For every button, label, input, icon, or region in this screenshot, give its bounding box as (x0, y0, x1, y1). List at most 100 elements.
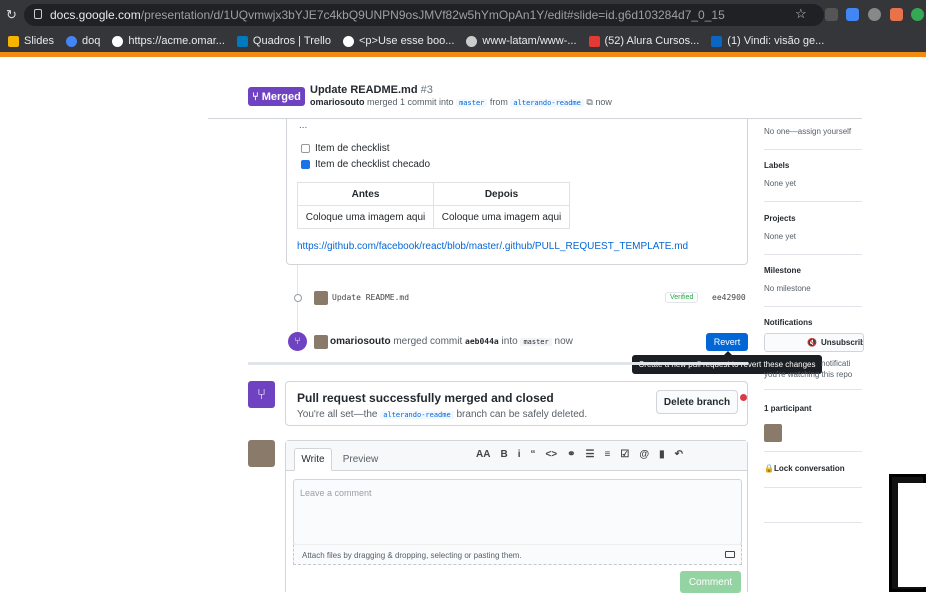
checklist-label: Item de checklist (315, 143, 390, 154)
merged-status-title: Pull request successfully merged and clo… (297, 391, 554, 405)
bookmark-item[interactable]: Slides (8, 35, 54, 47)
avatar[interactable] (764, 424, 782, 442)
text-size-icon[interactable]: AA (476, 449, 490, 460)
address-bar[interactable]: docs.google.com/presentation/d/1UQvmwjx3… (24, 4, 824, 26)
commit-dot-icon (294, 294, 302, 302)
copy-icon[interactable]: ⧉ (586, 97, 592, 107)
github-icon (466, 35, 478, 47)
checklist-item[interactable]: Item de checklist checado (301, 159, 430, 170)
bookmark-item[interactable]: (1) Vindi: visão ge... (711, 35, 824, 47)
table-header: Depois (433, 182, 570, 206)
bookmark-item[interactable]: (52) Alura Cursos... (588, 35, 699, 47)
markdown-icon[interactable] (725, 551, 735, 558)
base-branch[interactable]: master (456, 99, 488, 107)
bookmark-favicon-icon (8, 35, 19, 47)
numbered-list-icon[interactable]: ≡ (605, 449, 611, 460)
delete-branch-button[interactable]: Delete branch (656, 390, 738, 414)
notifications-title: Notifications (764, 318, 813, 327)
pr-title: Update README.md #3 (310, 84, 433, 96)
extension-icon[interactable] (846, 8, 859, 21)
merged-status-text-2: branch can be safely deleted. (456, 409, 588, 420)
video-frame (898, 483, 926, 587)
bookmark-item[interactable]: Quadros | Trello (236, 35, 331, 47)
bookmark-label: doq (81, 35, 101, 47)
reply-icon[interactable]: ↶ (675, 449, 683, 460)
url-host: docs.google.com (50, 8, 141, 22)
bold-icon[interactable]: B (500, 449, 507, 460)
sidebar-divider (764, 254, 862, 255)
table-header-row: Antes Depois (297, 182, 570, 206)
head-branch[interactable]: alterando-readme (510, 99, 584, 107)
template-link[interactable]: https://github.com/facebook/react/blob/m… (297, 241, 688, 252)
verified-badge[interactable]: Verified (665, 292, 699, 303)
checklist-item[interactable]: Item de checklist (301, 143, 389, 154)
checkbox-checked-icon[interactable] (301, 160, 310, 169)
comment-textarea[interactable]: Leave a comment (293, 479, 742, 545)
bookmark-label: https://acme.omar... (128, 35, 225, 47)
quote-icon[interactable]: “ (530, 449, 535, 460)
comment-placeholder: Leave a comment (300, 488, 372, 498)
merge-sha[interactable]: aeb044a (465, 337, 499, 346)
merge-author[interactable]: omariosouto (330, 336, 391, 347)
mention-icon[interactable]: @ (639, 449, 649, 460)
merged-status-box: Pull request successfully merged and clo… (285, 381, 748, 426)
revert-button[interactable]: Revert (706, 333, 748, 351)
merge-icon: ⑂ (252, 90, 259, 103)
avatar[interactable] (314, 335, 328, 349)
globe-icon (342, 35, 354, 47)
code-icon[interactable]: <> (545, 449, 557, 460)
bookmark-item[interactable]: www-latam/www-... (466, 35, 577, 47)
merged-badge-label: Merged (261, 90, 301, 103)
task-list-icon[interactable]: ☑ (620, 449, 629, 460)
attach-files-bar[interactable]: Attach files by dragging & dropping, sel… (293, 544, 742, 565)
unsubscribe-button[interactable]: 🔇 Unsubscribe (764, 333, 864, 352)
extension-icon[interactable] (911, 8, 924, 21)
address-row: ↻ docs.google.com/presentation/d/1UQvmwj… (0, 0, 926, 30)
merge-icon: ⑂ (288, 332, 307, 351)
bookmark-item[interactable]: <p>Use esse boo... (342, 35, 455, 47)
merge-branch[interactable]: master (520, 338, 552, 346)
tab-write[interactable]: Write (294, 448, 332, 471)
pr-author[interactable]: omariosouto (310, 97, 365, 107)
sidebar-divider (764, 306, 862, 307)
milestone-title[interactable]: Milestone (764, 266, 801, 275)
bookmark-item[interactable]: doq (65, 35, 101, 47)
timeline-separator (248, 362, 748, 365)
globe-icon (112, 35, 124, 47)
bookmark-label: Slides (24, 35, 54, 47)
extension-icon[interactable] (825, 8, 838, 21)
bookmark-item[interactable]: https://acme.omar... (112, 35, 225, 47)
reload-icon[interactable]: ↻ (6, 7, 17, 23)
extension-icon[interactable] (868, 8, 881, 21)
lock-icon (34, 9, 42, 19)
comment-tabs: Write Preview AA B i “ <> ⚭ ☰ ≡ ☑ @ ▮ ↶ (286, 441, 747, 471)
comment-button[interactable]: Comment (680, 571, 741, 593)
bookmark-icon[interactable]: ▮ (659, 449, 665, 460)
tab-preview[interactable]: Preview (338, 448, 383, 471)
commit-message[interactable]: Update README.md (332, 293, 409, 302)
assignees-value[interactable]: No one—assign yourself (764, 127, 851, 136)
sidebar-divider (764, 149, 862, 150)
pr-time: now (595, 97, 612, 107)
avatar[interactable] (248, 440, 275, 467)
before-after-table: Antes Depois Coloque uma imagem aqui Coloq… (297, 182, 570, 229)
url-text[interactable]: docs.google.com/presentation/d/1UQvmwjx3… (50, 8, 725, 22)
italic-icon[interactable]: i (518, 449, 521, 460)
bullet-list-icon[interactable]: ☰ (586, 449, 595, 460)
projects-title[interactable]: Projects (764, 214, 796, 223)
lock-conversation[interactable]: 🔒Lock conversation (764, 464, 845, 473)
avatar[interactable] (314, 291, 328, 305)
comment-form: Write Preview AA B i “ <> ⚭ ☰ ≡ ☑ @ ▮ ↶ … (285, 440, 748, 592)
link-icon[interactable]: ⚭ (567, 449, 575, 460)
github-pr-page: ⑂ Merged Update README.md #3 omariosouto … (0, 57, 926, 593)
pr-summary-from: from (489, 97, 508, 107)
extension-icon[interactable] (890, 8, 903, 21)
merged-branch[interactable]: alterando-readme (380, 411, 454, 419)
lock-icon: 🔒 (764, 464, 774, 473)
labels-title[interactable]: Labels (764, 161, 789, 170)
commit-sha[interactable]: ee42900 (712, 293, 746, 302)
checkbox-unchecked-icon[interactable] (301, 144, 310, 153)
lock-conversation-label: Lock conversation (773, 464, 845, 473)
bookmark-star-icon[interactable]: ☆ (795, 6, 807, 22)
bookmark-label: <p>Use esse boo... (358, 35, 455, 47)
